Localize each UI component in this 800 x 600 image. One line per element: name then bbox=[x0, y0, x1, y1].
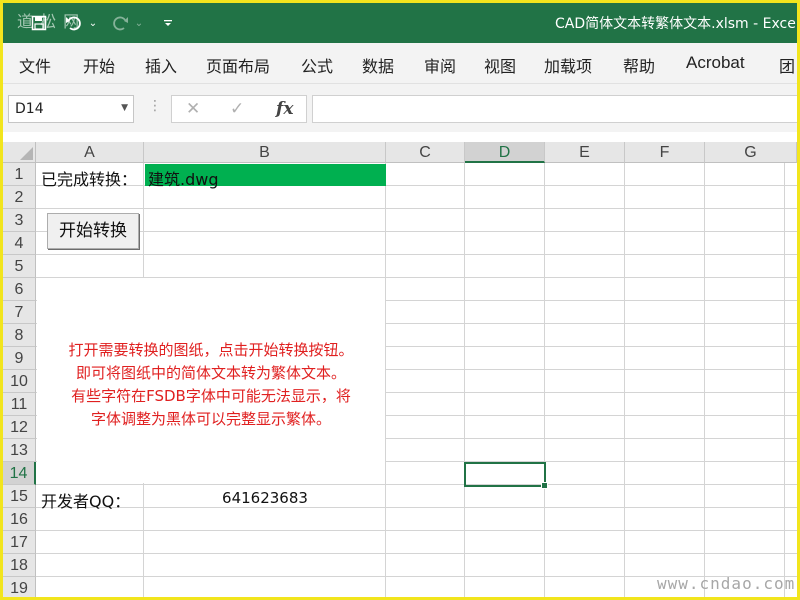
tab-formulas[interactable]: 公式 bbox=[301, 53, 333, 77]
tab-acrobat[interactable]: Acrobat bbox=[686, 53, 745, 73]
excel-window: 道 松 网 ⌄ ⌄ CAD简体文本转繁体文本.xlsm - Exce 文件 开始… bbox=[0, 0, 800, 600]
ribbon-tabs: 文件 开始 插入 页面布局 公式 数据 审阅 视图 加载项 帮助 Acrobat… bbox=[3, 43, 797, 84]
instruction-text: 打开需要转换的图纸，点击开始转换按钮。 即可将图纸中的简体文本转为繁体文本。 有… bbox=[37, 339, 385, 431]
formula-buttons: ✕ ✓ fx bbox=[171, 95, 307, 123]
row-header-11[interactable]: 11 bbox=[3, 393, 36, 416]
tab-review[interactable]: 审阅 bbox=[424, 53, 456, 77]
gridline bbox=[36, 208, 797, 209]
fill-handle[interactable] bbox=[541, 482, 548, 489]
tab-help[interactable]: 帮助 bbox=[623, 53, 655, 77]
instruction-line: 打开需要转换的图纸，点击开始转换按钮。 bbox=[68, 341, 354, 359]
gridline bbox=[36, 530, 797, 531]
column-header-e[interactable]: E bbox=[545, 142, 625, 163]
tab-add-ins[interactable]: 加载项 bbox=[544, 53, 592, 77]
gridline bbox=[36, 553, 797, 554]
tab-view[interactable]: 视图 bbox=[484, 53, 516, 77]
tab-data[interactable]: 数据 bbox=[362, 53, 394, 77]
cell-b1[interactable]: 建筑.dwg bbox=[145, 164, 386, 189]
gridline bbox=[36, 507, 797, 508]
row-header-2[interactable]: 2 bbox=[3, 186, 36, 209]
gridline bbox=[784, 163, 785, 597]
cancel-icon[interactable]: ✕ bbox=[186, 99, 200, 119]
row-header-1[interactable]: 1 bbox=[3, 163, 36, 186]
row-header-5[interactable]: 5 bbox=[3, 255, 36, 278]
column-header-d[interactable]: D bbox=[465, 142, 545, 163]
undo-dropdown-icon[interactable]: ⌄ bbox=[87, 11, 99, 35]
formula-input[interactable] bbox=[312, 95, 797, 123]
formula-bar-grip-icon[interactable]: ⋮ bbox=[148, 98, 162, 114]
column-header-f[interactable]: F bbox=[625, 142, 705, 163]
start-convert-button[interactable]: 开始转换 bbox=[47, 213, 139, 249]
gridline bbox=[36, 231, 797, 232]
converted-file-name: 建筑.dwg bbox=[148, 170, 219, 189]
gridline bbox=[36, 484, 797, 485]
name-box[interactable]: D14 ▼ bbox=[8, 95, 134, 123]
tab-file[interactable]: 文件 bbox=[19, 53, 51, 77]
name-box-dropdown-icon[interactable]: ▼ bbox=[121, 103, 128, 113]
row-header-17[interactable]: 17 bbox=[3, 531, 36, 554]
row-header-15[interactable]: 15 bbox=[3, 485, 36, 508]
document-title: CAD简体文本转繁体文本.xlsm - Exce bbox=[555, 16, 796, 32]
gridline bbox=[36, 254, 797, 255]
row-header-10[interactable]: 10 bbox=[3, 370, 36, 393]
row-header-3[interactable]: 3 bbox=[3, 209, 36, 232]
gridline bbox=[624, 163, 625, 597]
customize-qat-icon[interactable] bbox=[161, 11, 175, 35]
watermark-url: www.cndao.com bbox=[657, 574, 796, 593]
enter-icon[interactable]: ✓ bbox=[230, 99, 244, 119]
column-header-a[interactable]: A bbox=[36, 142, 144, 163]
undo-icon[interactable] bbox=[63, 11, 85, 35]
tab-page-layout[interactable]: 页面布局 bbox=[206, 53, 270, 77]
row-header-6[interactable]: 6 bbox=[3, 278, 36, 301]
tab-insert[interactable]: 插入 bbox=[145, 53, 177, 77]
redo-dropdown-icon[interactable]: ⌄ bbox=[133, 11, 145, 35]
select-all-triangle-icon bbox=[20, 147, 33, 160]
row-header-18[interactable]: 18 bbox=[3, 554, 36, 577]
row-header-14[interactable]: 14 bbox=[3, 462, 36, 485]
instruction-line: 即可将图纸中的简体文本转为繁体文本。 bbox=[75, 364, 346, 382]
save-icon[interactable] bbox=[29, 11, 49, 35]
instruction-line: 有些字符在FSDB字体中可能无法显示，将 bbox=[71, 387, 351, 405]
column-header-b[interactable]: B bbox=[144, 142, 386, 163]
instruction-line: 字体调整为黑体可以完整显示繁体。 bbox=[90, 410, 331, 428]
gridline bbox=[544, 163, 545, 597]
select-all-button[interactable] bbox=[3, 142, 36, 163]
row-header-4[interactable]: 4 bbox=[3, 232, 36, 255]
selected-cell-d14[interactable] bbox=[464, 462, 548, 489]
worksheet-grid[interactable]: A B C D E F G 1 2 3 4 5 6 7 8 9 10 11 12… bbox=[3, 142, 797, 597]
tab-team[interactable]: 团 bbox=[779, 53, 795, 77]
row-header-9[interactable]: 9 bbox=[3, 347, 36, 370]
row-header-16[interactable]: 16 bbox=[3, 508, 36, 531]
row-header-13[interactable]: 13 bbox=[3, 439, 36, 462]
cell-a15[interactable]: 开发者QQ： bbox=[41, 488, 130, 512]
row-header-8[interactable]: 8 bbox=[3, 324, 36, 347]
insert-function-icon[interactable]: fx bbox=[276, 99, 293, 119]
gridline bbox=[704, 163, 705, 597]
column-header-c[interactable]: C bbox=[386, 142, 465, 163]
row-header-19[interactable]: 19 bbox=[3, 577, 36, 597]
name-box-value: D14 bbox=[15, 101, 44, 117]
gridline bbox=[385, 163, 386, 597]
row-header-7[interactable]: 7 bbox=[3, 301, 36, 324]
cell-b15[interactable]: 641623683 bbox=[144, 489, 386, 507]
redo-icon[interactable] bbox=[109, 11, 131, 35]
formula-bar: D14 ▼ ⋮ ✕ ✓ fx bbox=[3, 84, 797, 132]
row-header-12[interactable]: 12 bbox=[3, 416, 36, 439]
tab-home[interactable]: 开始 bbox=[83, 53, 115, 77]
column-header-g[interactable]: G bbox=[705, 142, 797, 163]
gridline bbox=[464, 163, 465, 597]
cell-a1[interactable]: 已完成转换： bbox=[41, 166, 137, 190]
title-bar: 道 松 网 ⌄ ⌄ CAD简体文本转繁体文本.xlsm - Exce bbox=[3, 3, 797, 43]
